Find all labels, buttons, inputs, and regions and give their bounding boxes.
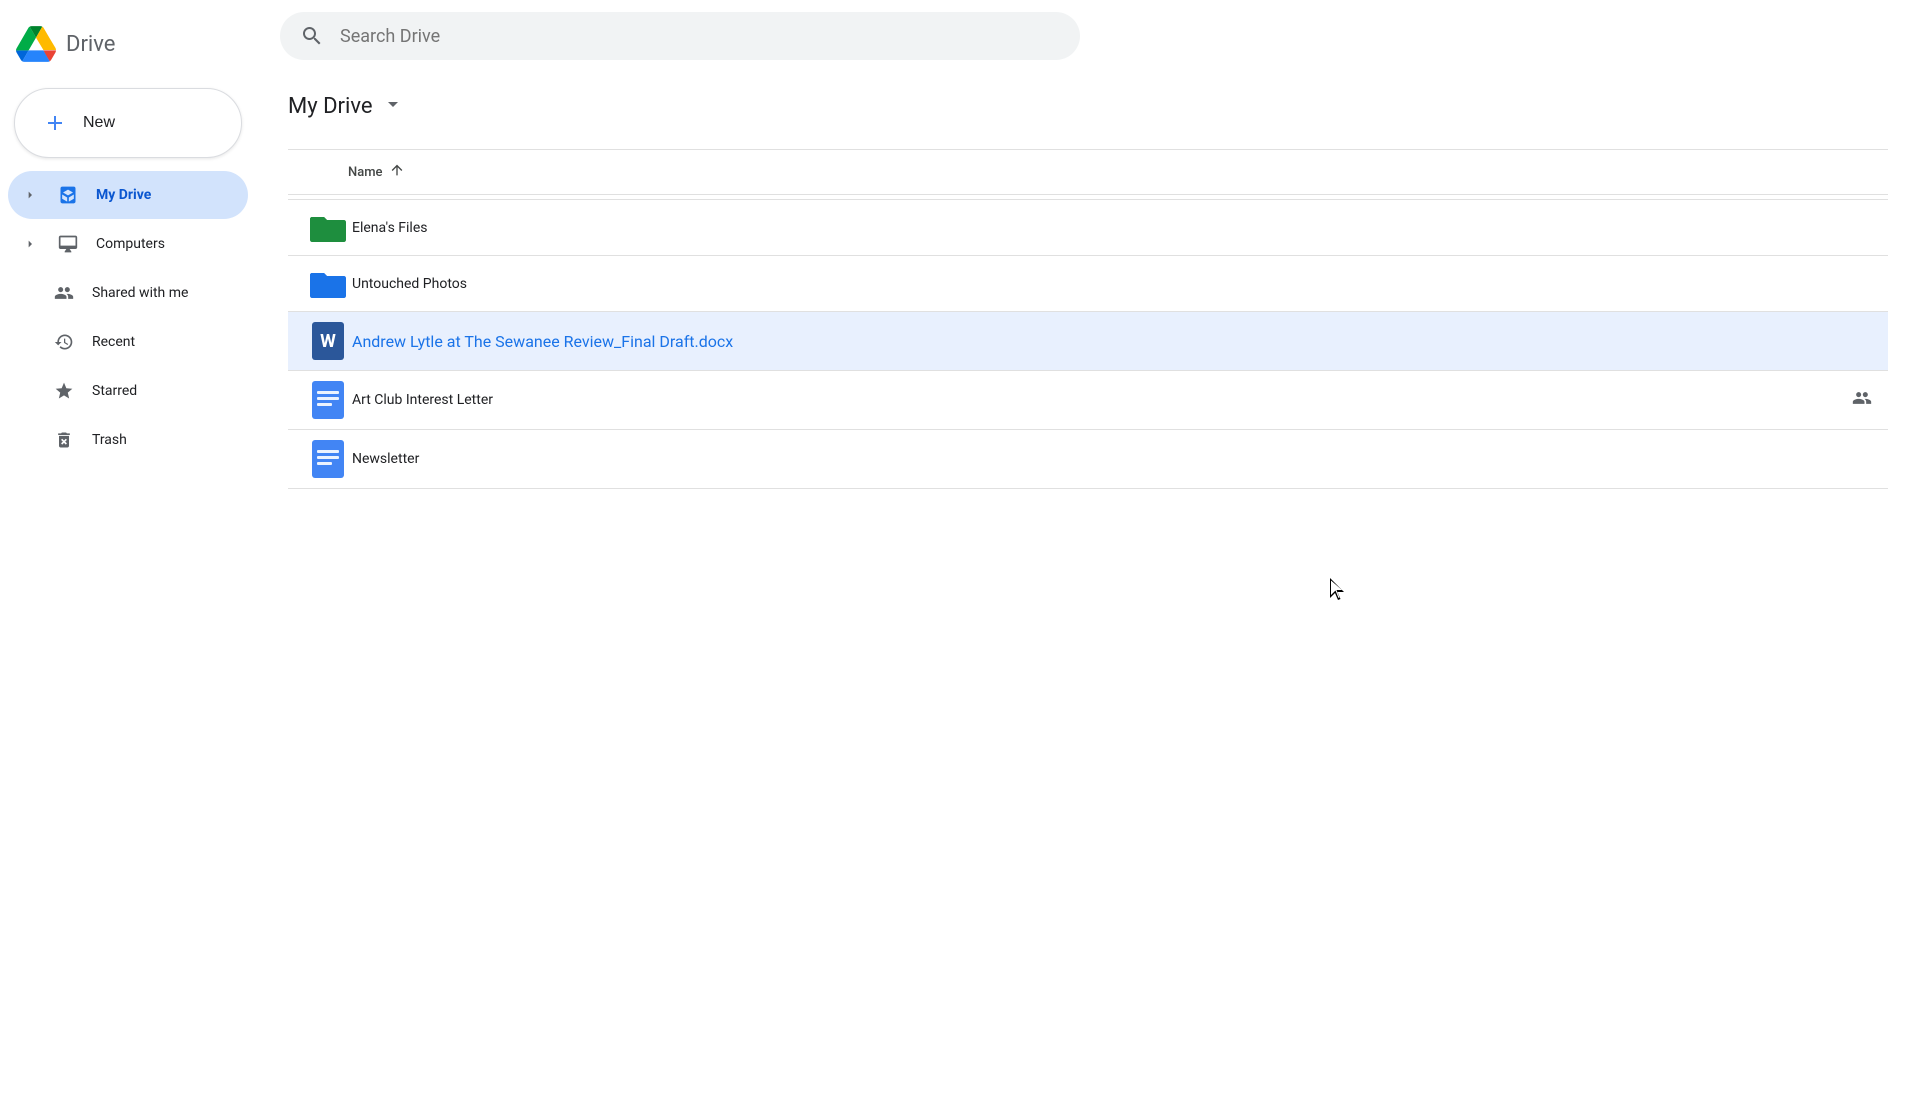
search-bar[interactable] [280,12,1080,60]
logo-area: Drive [0,8,256,88]
gdoc-icon [304,381,352,419]
my-drive-icon [56,183,80,207]
sidebar-item-trash[interactable]: Trash [8,416,248,464]
sidebar: Drive New [0,0,256,1095]
file-row[interactable]: Art Club Interest Letter [288,370,1888,429]
trash-icon [52,428,76,452]
starred-chevron-placeholder [20,381,36,401]
drive-title-dropdown-icon[interactable] [381,92,405,121]
sidebar-item-starred[interactable]: Starred [8,367,248,415]
word-doc-icon: W [304,322,352,360]
sidebar-item-recent[interactable]: Recent [8,318,248,366]
computers-icon [56,232,80,256]
main-content: My Drive Name [256,0,1920,1095]
file-name-label: Art Club Interest Letter [352,392,1844,408]
shared-with-me-icon [52,281,76,305]
sidebar-nav: My Drive Computers S [0,170,256,465]
page-title: My Drive [288,94,373,119]
shared-chevron-placeholder [20,283,36,303]
sidebar-item-recent-label: Recent [92,334,135,350]
sidebar-item-computers-label: Computers [96,236,165,252]
sort-name-button[interactable]: Name [348,162,405,182]
file-name-label: Elena's Files [352,220,1872,236]
folder-green-icon [304,213,352,243]
file-row[interactable]: W Andrew Lytle at The Sewanee Review_Fin… [288,311,1888,370]
trash-chevron-placeholder [20,430,36,450]
my-drive-chevron-icon [20,185,40,205]
shared-people-icon [1852,388,1872,413]
table-header: Name [288,154,1888,190]
new-button-label: New [83,114,115,132]
starred-icon [52,379,76,403]
file-name-label: Newsletter [352,451,1872,467]
new-plus-icon [39,107,71,139]
sort-asc-icon [389,162,405,182]
sidebar-item-shared-with-me[interactable]: Shared with me [8,269,248,317]
recent-chevron-placeholder [20,332,36,352]
folder-blue-icon [304,269,352,299]
drive-logo-icon [16,24,56,64]
content-area: My Drive Name [256,72,1920,1095]
sidebar-item-computers[interactable]: Computers [8,220,248,268]
header-divider [288,149,1888,150]
file-row[interactable]: Untouched Photos [288,255,1888,311]
search-bar-container [256,0,1920,72]
search-icon [300,24,324,48]
computers-chevron-icon [20,234,40,254]
sort-column-label: Name [348,165,383,180]
file-name-label: Andrew Lytle at The Sewanee Review_Final… [352,332,1872,351]
sidebar-item-starred-label: Starred [92,383,137,399]
file-name-label: Untouched Photos [352,276,1872,292]
app-title: Drive [66,32,115,57]
drive-header: My Drive [288,92,1888,129]
search-input[interactable] [340,26,1060,47]
column-divider [288,194,1888,195]
recent-icon [52,330,76,354]
file-row[interactable]: Elena's Files [288,199,1888,255]
sidebar-item-shared-with-me-label: Shared with me [92,285,188,301]
new-button[interactable]: New [14,88,242,158]
sidebar-item-my-drive[interactable]: My Drive [8,171,248,219]
gdoc-icon [304,440,352,478]
sidebar-item-my-drive-label: My Drive [96,187,151,203]
sidebar-item-trash-label: Trash [92,432,127,448]
file-row[interactable]: Newsletter [288,429,1888,489]
